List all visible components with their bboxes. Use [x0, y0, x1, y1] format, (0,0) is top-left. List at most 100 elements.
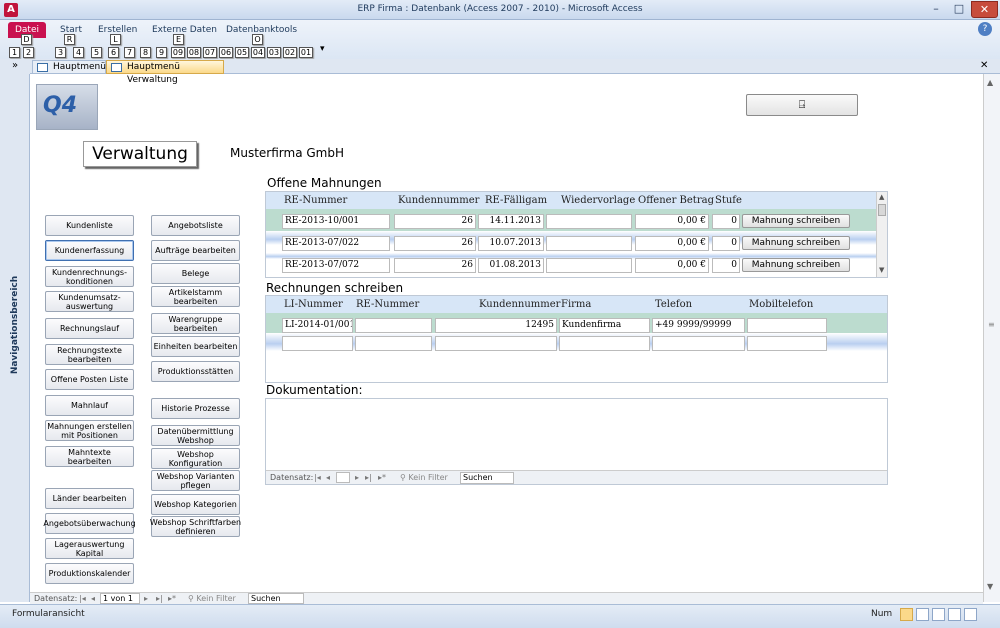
scroll-up-icon[interactable]: ▲ [879, 193, 884, 201]
webshop-schriftfarben-button[interactable]: Webshop Schriftfarben definieren [150, 516, 241, 537]
kundennummer-field[interactable]: 12495 [435, 318, 557, 333]
wiedervorlage-field[interactable] [546, 214, 632, 229]
wiedervorlage-field[interactable] [546, 236, 632, 251]
next-record-icon[interactable]: ▸ [355, 473, 359, 482]
angebotsliste-button[interactable]: Angebotsliste [151, 215, 240, 236]
record-position-field[interactable]: 1 von 1 [100, 593, 140, 604]
faellig-field[interactable]: 14.11.2013 [478, 214, 544, 229]
kundennummer-field[interactable]: 26 [394, 258, 476, 273]
tab-externe-daten[interactable]: Externe Daten [152, 25, 217, 35]
help-icon[interactable]: ? [978, 22, 992, 36]
kein-filter-button[interactable]: ⚲ Kein Filter [400, 473, 448, 482]
angebotsueberwachung-button[interactable]: Angebotsüberwachung [43, 513, 136, 534]
new-li-nummer-field[interactable] [282, 336, 353, 351]
faellig-field[interactable]: 01.08.2013 [478, 258, 544, 273]
mahnung-schreiben-button[interactable]: Mahnung schreiben [742, 258, 850, 272]
last-record-icon[interactable]: ▸| [365, 473, 372, 482]
betrag-field[interactable]: 0,00 € [635, 236, 709, 251]
scroll-thumb[interactable] [878, 204, 886, 216]
mahnung-schreiben-button[interactable]: Mahnung schreiben [742, 214, 850, 228]
einheiten-button[interactable]: Einheiten bearbeiten [151, 336, 240, 357]
new-telefon-field[interactable] [652, 336, 745, 351]
mahnung-schreiben-button[interactable]: Mahnung schreiben [742, 236, 850, 250]
close-document-icon[interactable]: ✕ [980, 60, 988, 71]
li-nummer-field[interactable]: LI-2014-01/001 [282, 318, 353, 333]
prev-record-icon[interactable]: ◂ [326, 473, 330, 482]
last-record-icon[interactable]: ▸| [156, 594, 163, 603]
webshop-konfiguration-button[interactable]: Webshop Konfiguration [151, 448, 240, 469]
kundenliste-button[interactable]: Kundenliste [45, 215, 134, 236]
tab-hauptmenue[interactable]: Hauptmenü [32, 60, 106, 74]
belege-button[interactable]: Belege [151, 263, 240, 284]
mahntexte-button[interactable]: Mahntexte bearbeiten [45, 446, 134, 467]
first-record-icon[interactable]: |◂ [79, 594, 86, 603]
re-nummer-field[interactable]: RE-2013-07/072 [282, 258, 390, 273]
tab-hauptmenue-verwaltung[interactable]: Hauptmenü Verwaltung [106, 60, 224, 85]
faellig-field[interactable]: 10.07.2013 [478, 236, 544, 251]
stufe-field[interactable]: 0 [712, 258, 740, 273]
new-record-icon[interactable]: ▸* [378, 473, 386, 482]
form-vertical-scrollbar[interactable]: ▲ ≡ ▼ [983, 74, 1000, 602]
rechnungslauf-button[interactable]: Rechnungslauf [45, 318, 134, 339]
produktionsstaetten-button[interactable]: Produktionsstätten [151, 361, 240, 382]
stufe-field[interactable]: 0 [712, 236, 740, 251]
search-input[interactable]: Suchen [248, 593, 304, 604]
produktionskalender-button[interactable]: Produktionskalender [45, 563, 134, 584]
nav-pane-toggle[interactable]: » [0, 59, 30, 74]
search-input[interactable]: Suchen [460, 472, 514, 484]
warengruppe-button[interactable]: Warengruppe bearbeiten [151, 313, 240, 334]
rechnungstexte-button[interactable]: Rechnungstexte bearbeiten [45, 344, 134, 365]
mobiltelefon-field[interactable] [747, 318, 827, 333]
offene-posten-liste-button[interactable]: Offene Posten Liste [45, 369, 134, 390]
auftraege-button[interactable]: Aufträge bearbeiten [151, 240, 240, 261]
kundennummer-field[interactable]: 26 [394, 214, 476, 229]
new-re-nummer-field[interactable] [355, 336, 432, 351]
kundennummer-field[interactable]: 26 [394, 236, 476, 251]
minimize-button[interactable]: – [925, 1, 947, 18]
stufe-field[interactable]: 0 [712, 214, 740, 229]
datenuebermittlung-button[interactable]: Datenübermittlung Webshop [151, 425, 240, 446]
record-position-field[interactable] [336, 472, 350, 483]
historie-prozesse-button[interactable]: Historie Prozesse [151, 398, 240, 419]
new-record-icon[interactable]: ▸* [168, 594, 176, 603]
design-view-icon[interactable] [948, 608, 961, 621]
mahnungen-erstellen-button[interactable]: Mahnungen erstellen mit Positionen [45, 420, 134, 441]
firma-field[interactable]: Kundenfirma [559, 318, 650, 333]
kundenrechnungskonditionen-button[interactable]: Kundenrechnungs- konditionen [45, 266, 134, 287]
webshop-varianten-button[interactable]: Webshop Varianten pflegen [151, 470, 240, 491]
scroll-grip-icon[interactable]: ≡ [988, 320, 995, 329]
telefon-field[interactable]: +49 9999/99999 [652, 318, 745, 333]
artikelstamm-button[interactable]: Artikelstamm bearbeiten [151, 286, 240, 307]
re-nummer-field[interactable] [355, 318, 432, 333]
re-nummer-field[interactable]: RE-2013-10/001 [282, 214, 390, 229]
new-firma-field[interactable] [559, 336, 650, 351]
qat-more-icon[interactable]: ▾ [320, 44, 325, 54]
prev-record-icon[interactable]: ◂ [91, 594, 95, 603]
lagerauswertung-button[interactable]: Lagerauswertung Kapital [45, 538, 134, 559]
scroll-down-icon[interactable]: ▼ [879, 266, 884, 274]
exit-button[interactable]: ⍈ [746, 94, 858, 116]
kundenerfassung-button[interactable]: Kundenerfassung [45, 240, 134, 261]
scroll-up-icon[interactable]: ▲ [987, 78, 993, 87]
webshop-kategorien-button[interactable]: Webshop Kategorien [151, 494, 240, 515]
scroll-down-icon[interactable]: ▼ [987, 582, 993, 591]
close-window-button[interactable]: ✕ [971, 1, 998, 18]
laender-button[interactable]: Länder bearbeiten [45, 488, 134, 509]
maximize-button[interactable]: □ [948, 1, 970, 18]
re-nummer-field[interactable]: RE-2013-07/022 [282, 236, 390, 251]
sql-view-icon[interactable] [964, 608, 977, 621]
betrag-field[interactable]: 0,00 € [635, 214, 709, 229]
new-mobiltelefon-field[interactable] [747, 336, 827, 351]
first-record-icon[interactable]: |◂ [314, 473, 321, 482]
mahnungen-scrollbar[interactable]: ▲ ▼ [876, 192, 887, 277]
wiedervorlage-field[interactable] [546, 258, 632, 273]
new-kundennummer-field[interactable] [435, 336, 557, 351]
mahnlauf-button[interactable]: Mahnlauf [45, 395, 134, 416]
kein-filter-button[interactable]: ⚲ Kein Filter [188, 594, 236, 603]
form-view-icon[interactable] [900, 608, 913, 621]
layout-view-icon[interactable] [932, 608, 945, 621]
datasheet-view-icon[interactable] [916, 608, 929, 621]
next-record-icon[interactable]: ▸ [144, 594, 148, 603]
kundenumsatzauswertung-button[interactable]: Kundenumsatz- auswertung [45, 291, 134, 312]
betrag-field[interactable]: 0,00 € [635, 258, 709, 273]
